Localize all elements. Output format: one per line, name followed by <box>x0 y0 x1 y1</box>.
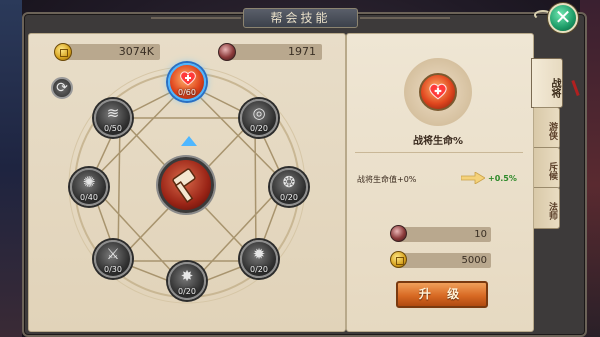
close-icon: ✕ <box>554 5 572 29</box>
node-count: 0/20 <box>250 265 268 274</box>
shockwave-icon: ❂ <box>282 173 296 191</box>
divider <box>355 152 523 153</box>
orb-icon <box>390 225 407 242</box>
tab-mage[interactable]: 法师 <box>534 187 560 229</box>
gold-cost-value: 5000 <box>461 255 487 266</box>
node-count: 0/50 <box>104 124 122 133</box>
tab-ranger[interactable]: 游侠 <box>534 107 560 149</box>
burst-icon: ✺ <box>82 173 96 191</box>
node-count: 0/30 <box>104 265 122 274</box>
gold-cost: 5000 <box>390 251 491 268</box>
upgrade-button[interactable]: 升 级 <box>396 281 488 308</box>
node-count: 0/60 <box>178 88 196 97</box>
skill-node-right[interactable]: ❂ 0/20 <box>270 168 308 206</box>
vortex-icon: ◎ <box>252 104 266 122</box>
coin-icon <box>390 251 407 268</box>
tab-warrior[interactable]: 战将 <box>531 58 563 108</box>
node-count: 0/40 <box>80 193 98 202</box>
selected-skill-name: 战将生命% <box>412 136 464 147</box>
claw-icon: ≋ <box>106 104 120 122</box>
selection-arrow-icon <box>181 136 197 146</box>
slash-icon: ⚔ <box>106 245 120 263</box>
heart-icon <box>180 71 196 86</box>
skill-node-upper-left[interactable]: ≋ 0/50 <box>94 99 132 137</box>
skill-node-upper-right[interactable]: ◎ 0/20 <box>240 99 278 137</box>
node-count: 0/20 <box>250 124 268 133</box>
skill-node-lower-left[interactable]: ⚔ 0/30 <box>94 240 132 278</box>
skill-node-lower-right[interactable]: ✹ 0/20 <box>240 240 278 278</box>
arrow-right-icon <box>461 172 485 184</box>
hammer-icon <box>172 168 196 203</box>
skill-node-top[interactable]: 0/60 <box>168 63 206 101</box>
orb-cost-value: 10 <box>474 229 487 240</box>
stat-gain: +0.5% <box>488 174 517 183</box>
node-count: 0/20 <box>280 193 298 202</box>
heart-icon <box>429 83 447 100</box>
tab-scout[interactable]: 斥候 <box>534 147 560 189</box>
close-button[interactable]: ✕ <box>548 3 578 33</box>
window-title: 帮会技能 <box>151 8 450 28</box>
skill-node-left[interactable]: ✺ 0/40 <box>70 168 108 206</box>
selected-skill-icon <box>404 58 472 126</box>
beast-icon: ✹ <box>252 245 266 263</box>
center-hammer-node[interactable] <box>158 157 214 213</box>
blast-icon: ✸ <box>180 267 194 285</box>
stat-label: 战将生命值+0% <box>357 175 417 184</box>
node-count: 0/20 <box>178 287 196 296</box>
background-left <box>0 0 22 337</box>
skill-node-bottom[interactable]: ✸ 0/20 <box>168 262 206 300</box>
orb-cost: 10 <box>390 225 491 242</box>
